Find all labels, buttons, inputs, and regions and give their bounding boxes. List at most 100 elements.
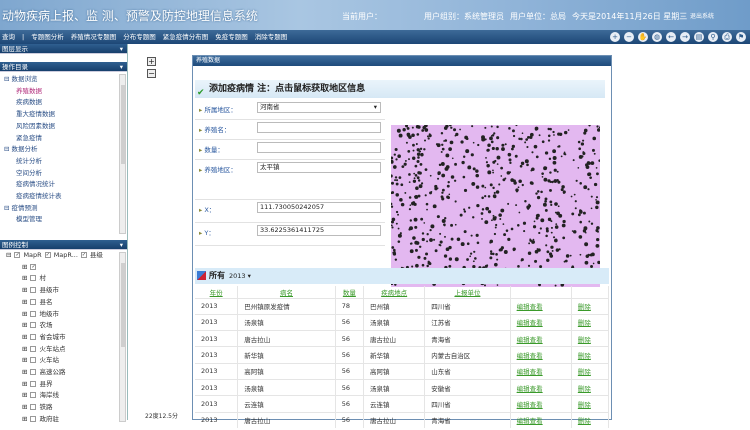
flag-icon[interactable]: ⚑: [736, 32, 746, 42]
checkbox[interactable]: [30, 357, 37, 364]
nav-item[interactable]: 免疫专题图: [215, 33, 248, 41]
print-icon[interactable]: ⎙: [722, 32, 732, 42]
tree-group[interactable]: ⊟ 数据分析: [2, 144, 117, 156]
tree-item[interactable]: 疫病疫情统计表: [2, 191, 117, 203]
nav-item[interactable]: 养殖情况专题图: [71, 33, 117, 41]
panel-operation-catalog[interactable]: 操作目录: [0, 62, 127, 72]
checkbox[interactable]: ✓: [30, 263, 37, 270]
checkbox[interactable]: ✓: [44, 252, 51, 258]
legend-item[interactable]: ⊞ 火车站: [6, 355, 127, 367]
delete-link[interactable]: 删除: [571, 362, 610, 380]
delete-link[interactable]: 删除: [571, 346, 610, 364]
panel-layer-display[interactable]: 图层显示: [0, 44, 127, 54]
checkbox[interactable]: ✓: [80, 252, 87, 258]
checkbox[interactable]: [30, 298, 37, 305]
expand-icon[interactable]: ⊞: [22, 403, 27, 411]
checkbox[interactable]: ✓: [14, 252, 21, 258]
column-header[interactable]: 上报单位: [424, 286, 511, 298]
scrollbar[interactable]: [119, 74, 126, 234]
checkbox[interactable]: [30, 369, 37, 376]
checkbox[interactable]: [30, 404, 37, 411]
field-input[interactable]: 111.730050242057: [257, 202, 381, 213]
field-input[interactable]: [257, 122, 381, 133]
checkbox[interactable]: [30, 392, 37, 399]
delete-link[interactable]: 删除: [571, 330, 610, 347]
field-input[interactable]: 33.6225361411725: [257, 225, 381, 236]
legend-item[interactable]: ⊞ 铁路: [6, 402, 127, 414]
nav-item[interactable]: 专题图分析: [31, 33, 64, 41]
globe-icon[interactable]: ◍: [652, 32, 662, 42]
nav-item[interactable]: 消除专题图: [255, 33, 288, 41]
edit-view-link[interactable]: 编辑查看: [510, 330, 572, 347]
edit-view-link[interactable]: 编辑查看: [510, 346, 572, 364]
expand-icon[interactable]: ⊞: [22, 368, 27, 376]
expand-icon[interactable]: ⊞: [22, 298, 27, 306]
nav-item[interactable]: 分布专题图: [123, 33, 156, 41]
edit-view-link[interactable]: 编辑查看: [510, 297, 572, 315]
zoom-out-icon[interactable]: −: [624, 32, 634, 42]
tree-group[interactable]: ⊟ 疫情预测: [2, 203, 117, 215]
tree-item[interactable]: 紧急疫情: [2, 133, 117, 145]
delete-link[interactable]: 删除: [571, 297, 610, 315]
nav-item[interactable]: 查询: [2, 33, 15, 41]
logout-button[interactable]: 退出系统: [690, 11, 714, 20]
expand-icon[interactable]: ⊞: [22, 274, 27, 282]
tree-group[interactable]: ⊟ 数据浏览: [2, 74, 117, 86]
delete-link[interactable]: 删除: [571, 411, 610, 429]
legend-item[interactable]: ⊞ 火车站点: [6, 344, 127, 356]
legend-item[interactable]: ⊞ 县级市: [6, 285, 127, 297]
legend-item[interactable]: ⊞ ✓: [6, 262, 127, 274]
legend-item[interactable]: ⊞ 村: [6, 273, 127, 285]
layer-icon[interactable]: ▤: [694, 32, 704, 42]
pin-icon[interactable]: ⚲: [708, 32, 718, 42]
checkbox[interactable]: [30, 275, 37, 282]
checkbox[interactable]: [30, 287, 37, 294]
legend-item[interactable]: ⊞ 农场: [6, 320, 127, 332]
edit-view-link[interactable]: 编辑查看: [510, 395, 572, 413]
delete-link[interactable]: 删除: [571, 378, 610, 396]
tree-item[interactable]: 统计分析: [2, 156, 117, 168]
checkbox[interactable]: [30, 310, 37, 317]
tree-item[interactable]: 疾病数据: [2, 97, 117, 109]
delete-link[interactable]: 删除: [571, 313, 610, 331]
year-select[interactable]: 2013 ▾: [229, 272, 251, 280]
tree-item[interactable]: 风险因素数据: [2, 121, 117, 133]
field-input[interactable]: [257, 142, 381, 153]
expand-icon[interactable]: ⊞: [22, 345, 27, 353]
forward-icon[interactable]: →: [680, 32, 690, 42]
pan-hand-icon[interactable]: ✋: [638, 32, 648, 42]
column-header[interactable]: 病名: [237, 286, 336, 298]
zoom-out-button[interactable]: −: [147, 69, 156, 78]
tree-item[interactable]: 疫病情况统计: [2, 179, 117, 191]
checkbox[interactable]: [30, 333, 37, 340]
tree-item[interactable]: 养殖数据: [2, 86, 117, 98]
edit-view-link[interactable]: 编辑查看: [510, 378, 572, 396]
column-header[interactable]: 数量: [335, 286, 365, 298]
panel-legend-control[interactable]: 图例控制: [0, 240, 127, 250]
legend-item[interactable]: ⊞ 省会城市: [6, 332, 127, 344]
edit-view-link[interactable]: 编辑查看: [510, 313, 572, 331]
column-header[interactable]: 年份: [195, 286, 239, 298]
edit-view-link[interactable]: 编辑查看: [510, 411, 572, 429]
legend-root[interactable]: ⊟ ✓ MapR ✓ MapR... ✓ 县级: [6, 250, 127, 262]
expand-icon[interactable]: ⊞: [22, 356, 27, 364]
checkbox[interactable]: [30, 322, 37, 329]
edit-view-link[interactable]: 编辑查看: [510, 362, 572, 380]
tree-item[interactable]: 模型管理: [2, 214, 117, 226]
nav-item[interactable]: 紧急疫情分布图: [163, 33, 209, 41]
scrollbar[interactable]: [119, 252, 126, 422]
expand-icon[interactable]: ⊞: [22, 391, 27, 399]
expand-icon[interactable]: ⊞: [22, 333, 27, 341]
legend-item[interactable]: ⊞ 县名: [6, 297, 127, 309]
checkbox[interactable]: [30, 380, 37, 387]
delete-link[interactable]: 删除: [571, 395, 610, 413]
checkbox[interactable]: [30, 345, 37, 352]
expand-icon[interactable]: ⊞: [22, 380, 27, 388]
map-view[interactable]: [391, 125, 600, 287]
expand-icon[interactable]: ⊞: [22, 415, 27, 423]
tree-item[interactable]: 空间分析: [2, 168, 117, 180]
legend-item[interactable]: ⊞ 海岸线: [6, 390, 127, 402]
expand-icon[interactable]: ⊞: [22, 286, 27, 294]
expand-icon[interactable]: ⊞: [22, 310, 27, 318]
tree-item[interactable]: 重大疫情数据: [2, 109, 117, 121]
